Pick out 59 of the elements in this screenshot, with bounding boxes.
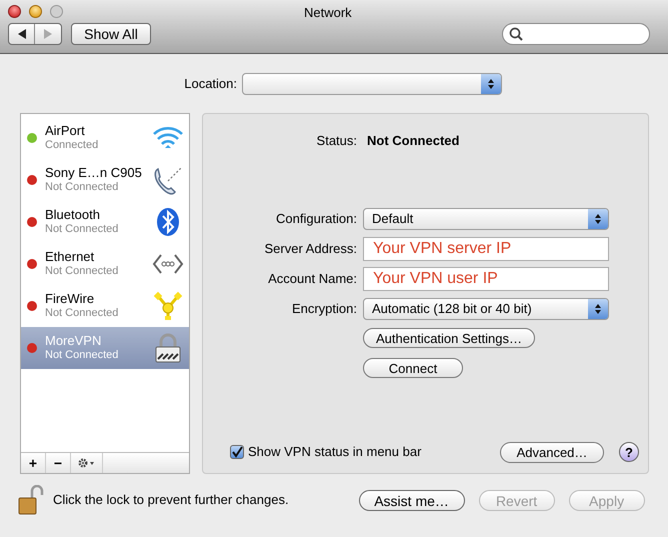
help-button[interactable]: ? bbox=[619, 442, 639, 462]
lock-text: Click the lock to prevent further changes. bbox=[53, 491, 289, 510]
forward-icon bbox=[44, 29, 52, 39]
service-item[interactable]: FireWire Not Connected bbox=[21, 285, 189, 327]
checkmark-icon bbox=[231, 446, 243, 458]
advanced-button[interactable]: Advanced… bbox=[500, 442, 604, 462]
service-item[interactable]: AirPort Connected bbox=[21, 117, 189, 159]
gear-icon bbox=[78, 458, 96, 468]
field-label: Encryption: bbox=[290, 300, 357, 318]
window-title: Network bbox=[304, 4, 352, 22]
field-label: Account Name: bbox=[267, 270, 357, 288]
back-icon bbox=[18, 29, 26, 39]
connect-button[interactable]: Connect bbox=[363, 358, 463, 378]
assist-button[interactable]: Assist me… bbox=[358, 490, 465, 510]
firewire-icon bbox=[152, 290, 184, 322]
service-status: Not Connected bbox=[45, 264, 120, 278]
checkbox[interactable] bbox=[230, 445, 244, 459]
service-item[interactable]: Bluetooth Not Connected bbox=[21, 201, 189, 243]
remove-button[interactable]: − bbox=[46, 453, 71, 473]
open-lock-icon bbox=[18, 485, 44, 515]
text-field[interactable]: Your VPN user IP bbox=[363, 267, 609, 291]
show-all-button[interactable]: Show All bbox=[71, 23, 151, 45]
padlock-icon bbox=[153, 332, 183, 364]
service-name: Bluetooth bbox=[45, 208, 101, 222]
close-button[interactable] bbox=[8, 4, 21, 18]
location-popup[interactable] bbox=[242, 73, 502, 95]
zoom-button[interactable] bbox=[50, 4, 63, 18]
popup-arrows-icon bbox=[588, 299, 608, 319]
add-button[interactable]: + bbox=[21, 453, 46, 473]
authentication-settings-button[interactable]: Authentication Settings… bbox=[363, 328, 535, 348]
phone-icon bbox=[152, 165, 184, 195]
popup-arrows-icon bbox=[481, 74, 501, 94]
checkbox-label: Show VPN status in menu bar bbox=[248, 443, 422, 462]
bluetooth-icon bbox=[156, 207, 180, 237]
service-status: Not Connected bbox=[45, 348, 120, 362]
service-name: Ethernet bbox=[45, 250, 96, 264]
ethernet-icon bbox=[152, 252, 184, 276]
service-name: Sony E…n C905 bbox=[45, 166, 143, 180]
service-status: Not Connected bbox=[45, 222, 120, 236]
popup-menu[interactable]: Automatic (128 bit or 40 bit) bbox=[363, 298, 609, 320]
popup-arrows-icon bbox=[588, 209, 608, 229]
text-field[interactable]: Your VPN server IP bbox=[363, 237, 609, 261]
search-icon bbox=[509, 27, 523, 41]
status-value: Not Connected bbox=[367, 132, 460, 150]
service-status: Not Connected bbox=[45, 306, 120, 320]
service-item[interactable]: Ethernet Not Connected bbox=[21, 243, 189, 285]
service-item[interactable]: Sony E…n C905 Not Connected bbox=[21, 159, 189, 201]
minimize-button[interactable] bbox=[29, 4, 42, 18]
service-name: AirPort bbox=[45, 124, 86, 138]
location-label: Location: bbox=[183, 75, 237, 94]
popup-menu[interactable]: Default bbox=[363, 208, 609, 230]
service-name: FireWire bbox=[45, 292, 96, 306]
field-label: Configuration: bbox=[275, 210, 357, 228]
status-label: Status: bbox=[316, 132, 357, 150]
search-field[interactable] bbox=[502, 23, 650, 45]
service-status: Connected bbox=[45, 138, 100, 152]
field-label: Server Address: bbox=[264, 240, 357, 258]
service-status: Not Connected bbox=[45, 180, 120, 194]
service-name: MoreVPN bbox=[45, 334, 102, 348]
